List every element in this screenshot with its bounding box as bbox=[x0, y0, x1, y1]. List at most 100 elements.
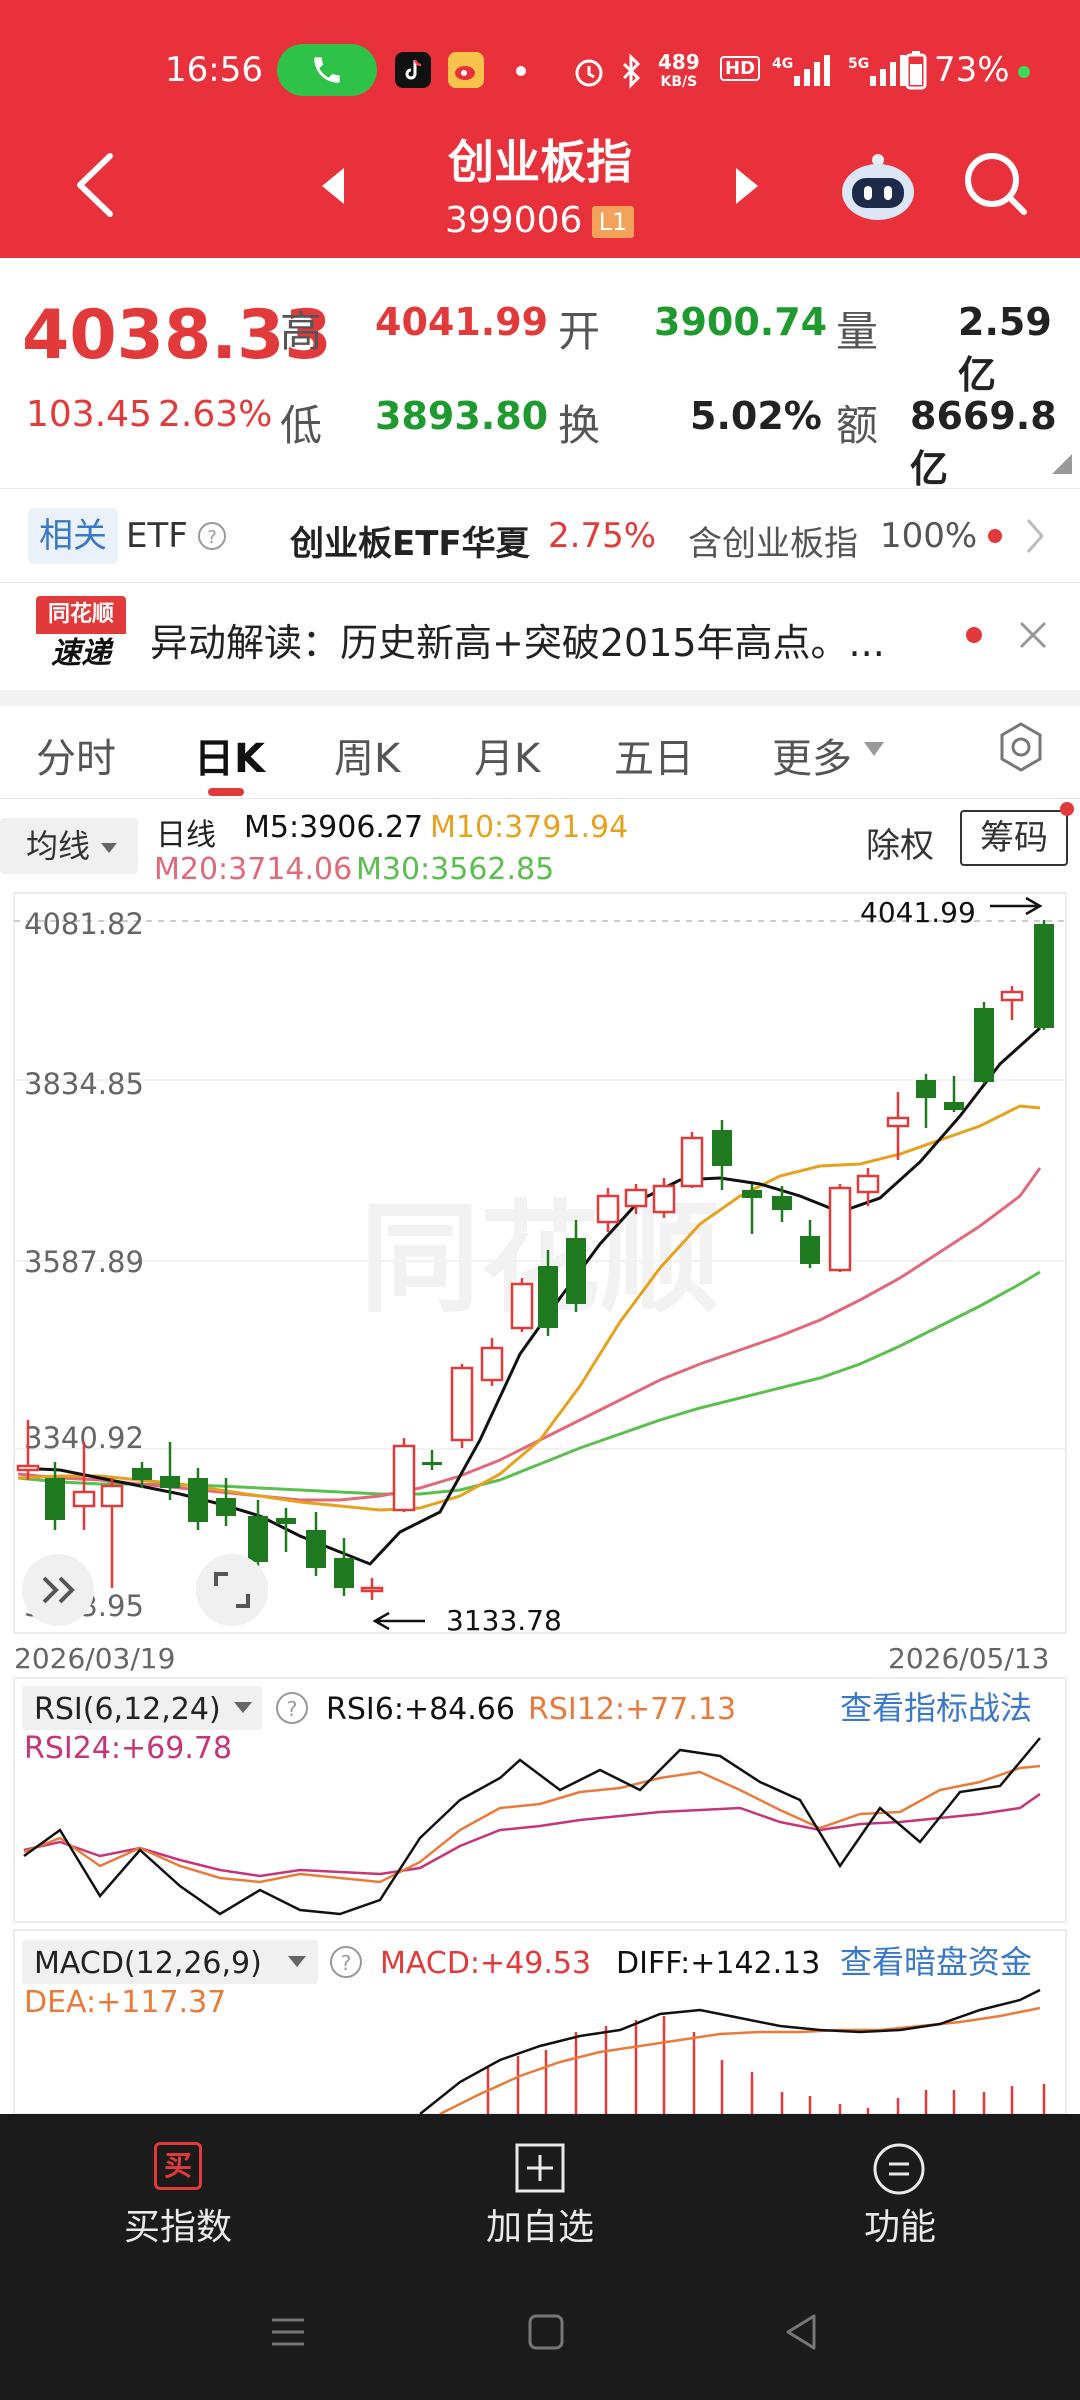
diff-line bbox=[419, 1988, 1041, 2114]
recent-apps-icon[interactable] bbox=[268, 2312, 308, 2352]
fullscreen-button[interactable] bbox=[196, 1554, 268, 1626]
candle-body bbox=[828, 1186, 852, 1272]
close-icon[interactable] bbox=[1016, 618, 1050, 652]
etf-contains-pct: 100% bbox=[880, 516, 978, 556]
svg-text:4G: 4G bbox=[772, 56, 793, 72]
volume-value: 2.59亿 bbox=[958, 300, 1052, 397]
macd-fund-link[interactable]: 查看暗盘资金 bbox=[840, 1943, 1032, 1981]
hd-icon: HD bbox=[720, 56, 761, 81]
candle-body bbox=[886, 1116, 910, 1128]
chevron-right-icon[interactable] bbox=[1024, 516, 1046, 556]
candle-body bbox=[188, 1478, 208, 1522]
kline-chart[interactable]: 同花顺 4081.82 3834.85 3587.89 3340.92 3093… bbox=[0, 800, 1080, 2114]
tab-more[interactable]: 更多 bbox=[772, 726, 852, 784]
open-label: 开 bbox=[558, 307, 601, 356]
buy-icon[interactable]: 买 bbox=[154, 2142, 202, 2190]
settings-icon[interactable] bbox=[994, 720, 1048, 774]
low-value: 3893.80 bbox=[375, 394, 549, 438]
page-title: 创业板指 bbox=[448, 135, 632, 189]
signal-4g-icon: 4G bbox=[772, 55, 830, 86]
candle-body bbox=[334, 1558, 354, 1588]
tab-daily-k[interactable]: 日K bbox=[194, 726, 265, 784]
rsi-strategy-link[interactable]: 查看指标战法 bbox=[840, 1689, 1032, 1727]
call-pill[interactable] bbox=[277, 44, 377, 96]
candle-body bbox=[974, 1008, 994, 1082]
amount-label: 额 bbox=[836, 401, 879, 450]
etf-change-pct: 2.75% bbox=[548, 516, 657, 556]
x-end-date: 2026/05/13 bbox=[888, 1642, 1049, 1675]
menu-icon[interactable] bbox=[872, 2142, 926, 2196]
svg-text:?: ? bbox=[287, 1697, 298, 1721]
macd-histogram bbox=[486, 2016, 1046, 2114]
alarm-icon bbox=[575, 59, 603, 87]
active-tab-indicator bbox=[208, 788, 244, 796]
add-icon[interactable] bbox=[514, 2142, 566, 2194]
phone-icon bbox=[314, 57, 340, 83]
tab-five-day[interactable]: 五日 bbox=[614, 726, 694, 784]
tiktok-icon bbox=[395, 52, 431, 88]
high-label: 高 bbox=[280, 307, 323, 356]
candle-body bbox=[480, 1346, 504, 1382]
expand-corner-icon[interactable] bbox=[1050, 452, 1074, 476]
open-value: 3900.74 bbox=[654, 300, 828, 344]
divider bbox=[0, 798, 1080, 799]
battery-percent: 73% bbox=[934, 50, 1010, 90]
rsi24-value: RSI24:+69.78 bbox=[24, 1731, 232, 1766]
news-headline[interactable]: 异动解读：历史新高+突破2015年高点。... bbox=[150, 612, 885, 667]
candle-body bbox=[596, 1194, 620, 1224]
status-time: 16:56 bbox=[165, 50, 263, 90]
candle-body bbox=[16, 1464, 40, 1472]
app-header: 16:56 489 KB/S HD 4G 5G 73% 创业板指 399006 … bbox=[0, 0, 1080, 258]
index-code: 399006 bbox=[445, 200, 583, 241]
etf-name[interactable]: 创业板ETF华夏 bbox=[290, 516, 530, 565]
tab-weekly-k[interactable]: 周K bbox=[334, 726, 400, 784]
max-arrow-icon bbox=[990, 896, 1043, 916]
signal-5g-icon: 5G bbox=[848, 55, 906, 86]
candle-body bbox=[72, 1490, 96, 1508]
robot-assistant-icon[interactable] bbox=[838, 148, 918, 228]
section-gap bbox=[0, 690, 1080, 706]
rsi12-value: RSI12:+77.13 bbox=[528, 1692, 736, 1727]
divider bbox=[0, 488, 1080, 489]
buy-index-button[interactable]: 买指数 bbox=[78, 2198, 278, 2250]
candle-body bbox=[276, 1518, 296, 1524]
system-back-icon[interactable] bbox=[782, 2312, 822, 2352]
related-tag: 相关 bbox=[28, 508, 118, 564]
tab-monthly-k[interactable]: 月K bbox=[474, 726, 540, 784]
next-index-icon[interactable] bbox=[732, 166, 762, 206]
candle-body bbox=[422, 1462, 442, 1465]
fast-forward-button[interactable] bbox=[22, 1554, 94, 1626]
candle-body bbox=[306, 1530, 326, 1568]
candle-body bbox=[916, 1080, 936, 1098]
macd-label: MACD(12,26,9) bbox=[34, 1946, 262, 1981]
candle-body bbox=[160, 1476, 180, 1488]
candle-body bbox=[1000, 990, 1024, 1002]
candle-body bbox=[100, 1484, 124, 1508]
etf-contains-label: 含创业板指 bbox=[688, 524, 858, 564]
turnover-label: 换 bbox=[558, 401, 601, 450]
candle-body bbox=[652, 1184, 676, 1214]
svg-text:?: ? bbox=[207, 527, 217, 548]
candle-body bbox=[1034, 924, 1054, 1028]
news-alert-dot bbox=[966, 627, 982, 643]
help-icon[interactable]: ? bbox=[196, 520, 228, 552]
candle-body bbox=[360, 1586, 384, 1593]
candle-body bbox=[216, 1498, 236, 1516]
add-watchlist-button[interactable]: 加自选 bbox=[440, 2198, 640, 2250]
high-value: 4041.99 bbox=[375, 300, 549, 344]
candle-body bbox=[800, 1236, 820, 1264]
etf-alert-dot bbox=[988, 529, 1002, 543]
diff-value: DIFF:+142.13 bbox=[616, 1946, 820, 1981]
dropdown-icon bbox=[864, 742, 884, 756]
y-tick-label: 4081.82 bbox=[24, 907, 144, 941]
search-icon[interactable] bbox=[962, 150, 1032, 220]
etf-label: ETF bbox=[126, 516, 188, 556]
y-tick-label: 3834.85 bbox=[24, 1067, 144, 1101]
svg-text:?: ? bbox=[341, 1951, 352, 1975]
tab-intraday[interactable]: 分时 bbox=[36, 726, 116, 784]
home-icon[interactable] bbox=[526, 2312, 566, 2352]
active-dot bbox=[1018, 66, 1030, 78]
functions-button[interactable]: 功能 bbox=[800, 2198, 1000, 2250]
dea-line bbox=[439, 2006, 1041, 2114]
candle-body bbox=[856, 1174, 880, 1194]
